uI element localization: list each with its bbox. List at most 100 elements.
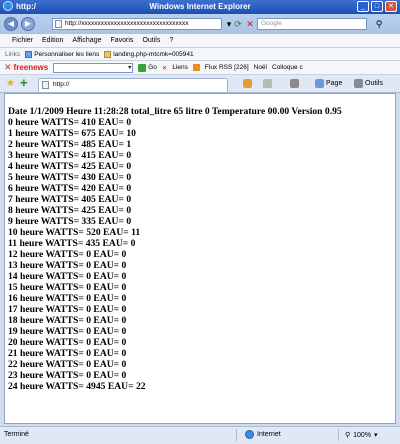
noel-button[interactable]: Noël xyxy=(254,64,267,71)
hour-line: 12 heure WATTS= 0 EAU= 0 xyxy=(8,249,127,260)
forward-button[interactable]: ▶ xyxy=(21,17,35,31)
page-menu[interactable]: Page xyxy=(315,79,342,88)
hour-line: 1 heure WATTS= 675 EAU= 10 xyxy=(8,128,136,139)
stop-icon[interactable]: ✕ xyxy=(245,19,255,29)
feeds-button[interactable] xyxy=(263,79,272,88)
report-header: Date 1/1/2009 Heure 11:28:28 total_litre… xyxy=(8,106,342,117)
hour-line: 9 heure WATTS= 335 EAU= 0 xyxy=(8,216,132,227)
favorites-star-icon[interactable]: ★ xyxy=(6,78,15,89)
menu-bar: Fichier Edition Affichage Favoris Outils… xyxy=(0,34,400,48)
hour-line: 19 heure WATTS= 0 EAU= 0 xyxy=(8,326,127,337)
address-row: ◀ ▶ http://xxxxxxxxxxxxxxxxxxxxxxxxxxxxx… xyxy=(0,14,400,34)
hour-line: 16 heure WATTS= 0 EAU= 0 xyxy=(8,293,127,304)
hour-line: 5 heure WATTS= 430 EAU= 0 xyxy=(8,172,132,183)
back-button[interactable]: ◀ xyxy=(4,17,18,31)
hour-line: 8 heure WATTS= 425 EAU= 0 xyxy=(8,205,132,216)
rss-button[interactable]: Flux RSS [226] xyxy=(205,64,249,71)
search-input[interactable]: Google xyxy=(257,18,367,30)
hour-line: 13 heure WATTS= 0 EAU= 0 xyxy=(8,260,127,271)
menu-edition[interactable]: Edition xyxy=(42,37,63,44)
chevron-down-icon: ▾ xyxy=(374,432,378,439)
print-icon xyxy=(290,79,299,88)
window-title: Windows Internet Explorer xyxy=(149,2,251,11)
minimize-button[interactable]: _ xyxy=(357,1,369,12)
liens-button[interactable]: Liens xyxy=(172,64,188,71)
links-label: Links xyxy=(5,50,21,58)
maximize-button[interactable]: □ xyxy=(371,1,383,12)
link-personnaliser[interactable]: Personnaliser les liens xyxy=(25,50,100,58)
go-icon xyxy=(138,63,147,72)
tools-menu[interactable]: Outils xyxy=(354,79,383,88)
hour-line: 6 heure WATTS= 420 EAU= 0 xyxy=(8,183,132,194)
page-menu-label: Page xyxy=(326,80,343,87)
hour-line: 4 heure WATTS= 425 EAU= 0 xyxy=(8,161,132,172)
globe-icon xyxy=(245,430,254,439)
status-divider xyxy=(338,429,339,441)
hour-line: 18 heure WATTS= 0 EAU= 0 xyxy=(8,315,127,326)
address-input[interactable]: http://xxxxxxxxxxxxxxxxxxxxxxxxxxxxxxxxx xyxy=(52,18,222,30)
add-favorites-icon[interactable]: ✚ xyxy=(20,78,28,89)
zoom-control[interactable]: ⚲ 100% ▾ xyxy=(345,431,378,440)
report-text: Date 1/1/2009 Heure 11:28:28 total_litre… xyxy=(5,94,395,392)
menu-help[interactable]: ? xyxy=(169,37,173,44)
page-icon xyxy=(42,81,49,89)
page-content: Date 1/1/2009 Heure 11:28:28 total_litre… xyxy=(4,93,396,424)
menu-outils[interactable]: Outils xyxy=(142,37,160,44)
hour-line: 20 heure WATTS= 0 EAU= 0 xyxy=(8,337,127,348)
liens-x-icon: ✕ xyxy=(161,64,168,72)
hour-line: 24 heure WATTS= 4945 EAU= 22 xyxy=(8,381,146,392)
hour-line: 21 heure WATTS= 0 EAU= 0 xyxy=(8,348,127,359)
hour-line: 10 heure WATTS= 520 EAU= 11 xyxy=(8,227,141,238)
browser-window: http:/ Windows Internet Explorer _ □ ✕ ◀… xyxy=(0,0,400,444)
title-bar: http:/ Windows Internet Explorer _ □ ✕ xyxy=(0,0,400,14)
address-url: http://xxxxxxxxxxxxxxxxxxxxxxxxxxxxxxxxx xyxy=(65,20,189,27)
menu-affichage[interactable]: Affichage xyxy=(72,37,101,44)
link-icon xyxy=(104,50,112,58)
toolbar-search-combo[interactable]: ▾ xyxy=(53,62,134,73)
status-bar: Terminé Internet ⚲ 100% ▾ xyxy=(0,426,400,444)
link-icon xyxy=(25,50,33,58)
zone-label: Internet xyxy=(257,431,281,438)
tools-menu-label: Outils xyxy=(365,80,383,87)
gear-icon xyxy=(354,79,363,88)
close-button[interactable]: ✕ xyxy=(385,1,397,12)
freenews-label: freenews xyxy=(13,63,49,72)
status-divider xyxy=(236,429,237,441)
hour-line: 15 heure WATTS= 0 EAU= 0 xyxy=(8,282,127,293)
feeds-icon xyxy=(263,79,272,88)
link-landing[interactable]: landing.php-mtcmk=005941 xyxy=(104,50,194,58)
links-bar: Links Personnaliser les liens landing.ph… xyxy=(0,48,400,61)
freenews-brand[interactable]: ✕ freenews xyxy=(4,62,48,73)
home-button[interactable] xyxy=(243,79,252,88)
freenews-x-icon: ✕ xyxy=(4,62,12,72)
colloque-button[interactable]: Colloque c xyxy=(272,64,303,71)
tab-current[interactable]: http:// xyxy=(38,78,228,92)
tab-label: http:// xyxy=(53,81,70,88)
page-icon xyxy=(55,20,62,28)
refresh-icon[interactable]: ⟳ xyxy=(233,19,243,29)
go-label: Go xyxy=(148,64,157,71)
zoom-level: 100% xyxy=(353,431,372,439)
print-button[interactable] xyxy=(290,79,299,88)
menu-favoris[interactable]: Favoris xyxy=(110,37,133,44)
chevron-down-icon: ▾ xyxy=(128,64,132,71)
hour-line: 11 heure WATTS= 435 EAU= 0 xyxy=(8,238,136,249)
hour-line: 14 heure WATTS= 0 EAU= 0 xyxy=(8,271,127,282)
menu-fichier[interactable]: Fichier xyxy=(12,37,33,44)
window-controls: _ □ ✕ xyxy=(357,1,397,12)
search-icon[interactable]: ⚲ xyxy=(372,18,386,30)
hour-line: 3 heure WATTS= 415 EAU= 0 xyxy=(8,150,132,161)
hour-line: 17 heure WATTS= 0 EAU= 0 xyxy=(8,304,127,315)
freenews-toolbar: ✕ freenews ▾ Go ✕ Liens Flux RSS [226] N… xyxy=(0,61,400,75)
security-zone[interactable]: Internet xyxy=(245,430,281,439)
tab-bar: ★ ✚ http:// Page Outils xyxy=(0,75,400,93)
hour-line: 22 heure WATTS= 0 EAU= 0 xyxy=(8,359,127,370)
go-button[interactable]: Go xyxy=(138,63,157,72)
rss-icon xyxy=(192,64,200,71)
hour-line: 2 heure WATTS= 485 EAU= 1 xyxy=(8,139,132,150)
magnifier-icon: ⚲ xyxy=(345,432,351,439)
hour-line: 23 heure WATTS= 0 EAU= 0 xyxy=(8,370,127,381)
link-personnaliser-label: Personnaliser les liens xyxy=(34,50,100,58)
page-menu-icon xyxy=(315,79,324,88)
status-text: Terminé xyxy=(4,431,29,438)
